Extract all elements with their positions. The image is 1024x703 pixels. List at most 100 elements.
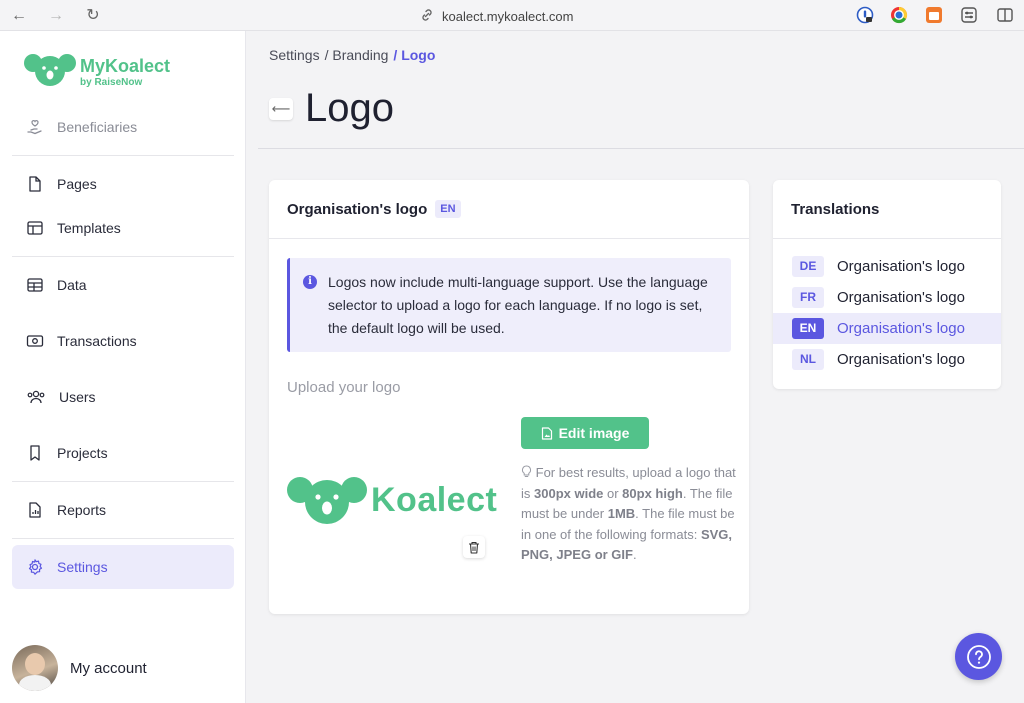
language-badge: EN	[435, 200, 461, 218]
link-icon	[420, 8, 434, 25]
hint-height: 80px high	[622, 485, 683, 501]
sidebar-item-data[interactable]: Data	[12, 263, 234, 307]
color-extension-icon[interactable]	[890, 6, 908, 24]
sidebar-item-label: Projects	[57, 445, 108, 461]
sidebar-item-label: Users	[59, 389, 96, 405]
file-icon	[29, 176, 41, 192]
koala-icon	[24, 52, 76, 93]
page-title: Logo	[305, 86, 394, 130]
hint-text: .	[632, 547, 637, 562]
brand-name: MyKoalect	[80, 56, 171, 76]
card-title: Organisation's logo	[287, 200, 428, 218]
sidebar-item-pages[interactable]: Pages	[12, 162, 234, 206]
info-text: Logos now include multi-language support…	[328, 274, 708, 336]
question-icon	[966, 644, 991, 669]
breadcrumb-branding[interactable]: / Branding	[325, 47, 389, 63]
divider	[12, 155, 234, 156]
translations-title: Translations	[773, 180, 1001, 239]
bookmark-icon	[30, 445, 40, 461]
brand-sub: by RaiseNow	[80, 77, 143, 88]
upload-hint: For best results, upload a logo that is …	[521, 463, 736, 566]
translation-row-nl[interactable]: NL Organisation's logo	[773, 344, 1001, 375]
koala-icon	[287, 477, 367, 524]
breadcrumb: Settings / Branding / Logo	[269, 47, 435, 63]
sidebar-item-label: Data	[57, 277, 87, 293]
sidebar-item-settings[interactable]: Settings	[12, 545, 234, 589]
sidebar-toggle-icon[interactable]	[996, 6, 1014, 24]
account-menu[interactable]: My account	[12, 645, 147, 691]
sidebar-item-label: Pages	[57, 176, 97, 192]
table-icon	[27, 278, 43, 292]
back-button[interactable]: ⟵	[269, 98, 293, 120]
brand-logo[interactable]: MyKoalect by RaiseNow	[24, 52, 170, 93]
upload-label: Upload your logo	[287, 379, 401, 396]
sidebar-item-label: Reports	[57, 502, 107, 518]
browser-toolbar: ← → ↻ koalect.mykoalect.com	[0, 0, 1024, 31]
divider	[12, 481, 234, 482]
translations-card: Translations DE Organisation's logo FR O…	[773, 180, 1001, 389]
sidebar-item-projects[interactable]: Projects	[12, 431, 234, 475]
delete-logo-button[interactable]	[463, 536, 485, 558]
sidebar-nav: Beneficiaries Pages Templates Data Trans…	[12, 105, 234, 589]
breadcrumb-settings[interactable]: Settings	[269, 47, 320, 63]
translation-row-fr[interactable]: FR Organisation's logo	[773, 282, 1001, 313]
edit-image-button[interactable]: Edit image	[521, 417, 649, 449]
calendar-extension-icon[interactable]	[925, 6, 943, 24]
logo-card: Organisation's logo EN i Logos now inclu…	[269, 180, 749, 614]
image-file-icon	[541, 426, 552, 440]
gear-icon	[28, 559, 43, 575]
account-label: My account	[70, 659, 147, 677]
password-extension-icon[interactable]	[856, 6, 874, 24]
translation-label: Organisation's logo	[837, 258, 965, 275]
language-code: EN	[792, 318, 824, 339]
hand-heart-icon	[27, 120, 42, 135]
hint-text: or	[603, 485, 623, 501]
translations-list: DE Organisation's logo FR Organisation's…	[773, 239, 1001, 375]
hint-size: 1MB	[607, 506, 636, 521]
language-code: DE	[792, 256, 824, 277]
translation-label: Organisation's logo	[837, 289, 965, 306]
sidebar: MyKoalect by RaiseNow Beneficiaries Page…	[0, 31, 246, 703]
report-icon	[29, 502, 41, 518]
breadcrumb-logo: / Logo	[393, 47, 436, 63]
logo-preview-text: Koalect	[371, 480, 498, 519]
users-icon	[27, 390, 45, 404]
translation-row-de[interactable]: DE Organisation's logo	[773, 251, 1001, 282]
hint-width: 300px wide	[534, 485, 604, 501]
divider	[12, 538, 234, 539]
extensions-icon[interactable]	[960, 6, 978, 24]
info-icon: i	[303, 275, 317, 289]
address-bar[interactable]: koalect.mykoalect.com	[420, 6, 574, 26]
layout-icon	[27, 221, 43, 235]
sidebar-item-label: Beneficiaries	[57, 119, 138, 135]
sidebar-item-users[interactable]: Users	[12, 375, 234, 419]
language-code: NL	[792, 349, 824, 370]
edit-image-label: Edit image	[558, 425, 630, 441]
reload-icon[interactable]: ↻	[83, 6, 103, 26]
translation-label: Organisation's logo	[837, 320, 965, 337]
sidebar-item-templates[interactable]: Templates	[12, 206, 234, 250]
divider	[12, 256, 234, 257]
info-alert: i Logos now include multi-language suppo…	[287, 258, 731, 352]
language-code: FR	[792, 287, 824, 308]
translation-label: Organisation's logo	[837, 351, 965, 368]
help-button[interactable]	[955, 633, 1002, 680]
card-header: Organisation's logo EN	[269, 180, 749, 239]
arrow-left-icon: ⟵	[271, 101, 291, 116]
logo-preview: Koalect	[287, 474, 497, 526]
trash-icon	[469, 541, 479, 554]
sidebar-item-label: Transactions	[57, 333, 137, 349]
sidebar-item-label: Templates	[57, 220, 121, 236]
divider	[258, 148, 1024, 149]
forward-arrow-icon[interactable]: →	[46, 6, 66, 26]
sidebar-item-reports[interactable]: Reports	[12, 488, 234, 532]
lightbulb-icon	[521, 465, 536, 480]
back-arrow-icon[interactable]: ←	[9, 6, 29, 26]
avatar	[12, 645, 58, 691]
translation-row-en[interactable]: EN Organisation's logo	[773, 313, 1001, 344]
sidebar-item-transactions[interactable]: Transactions	[12, 319, 234, 363]
sidebar-item-label: Settings	[57, 559, 108, 575]
url-text: koalect.mykoalect.com	[442, 8, 574, 24]
sidebar-item-beneficiaries[interactable]: Beneficiaries	[12, 105, 234, 149]
banknote-icon	[26, 335, 44, 347]
